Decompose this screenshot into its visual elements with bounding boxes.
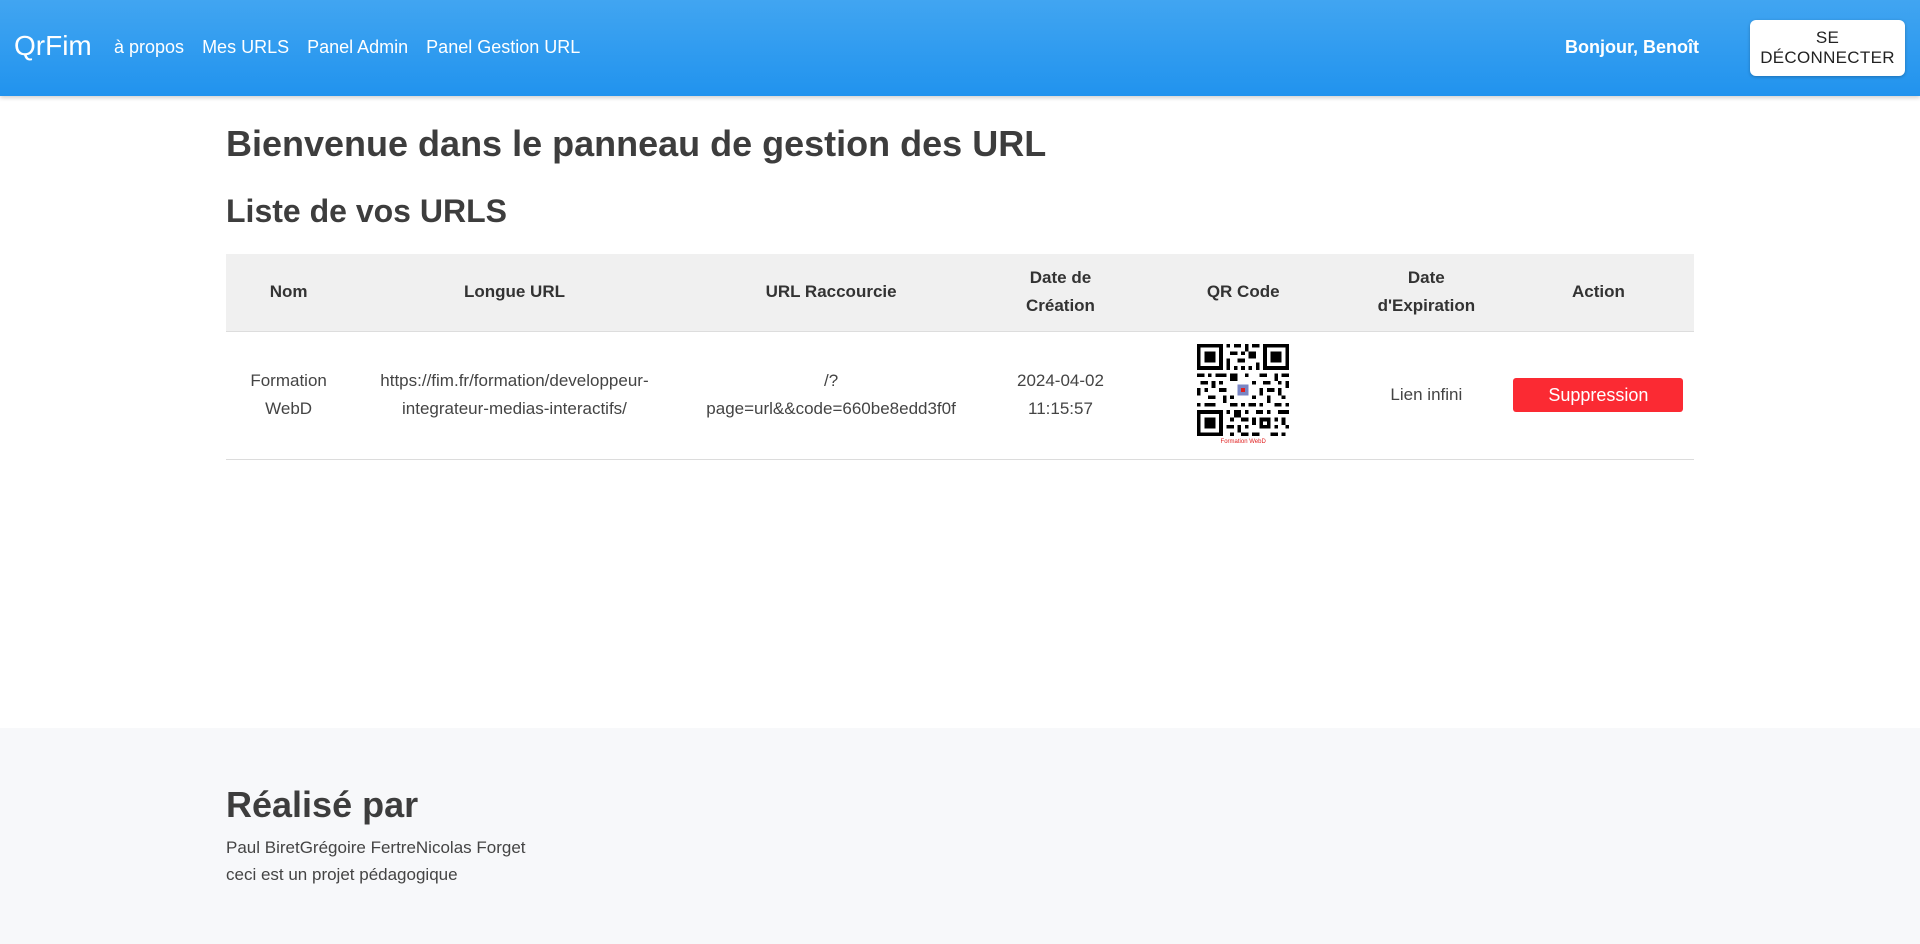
user-greeting: Bonjour, Benoît — [1565, 37, 1699, 57]
header-date-expiration: Date d'Expiration — [1349, 254, 1503, 332]
table-header-row: Nom Longue URL URL Raccourcie Date de Cr… — [226, 254, 1694, 332]
cell-date-creation-line1: 2024-04-02 — [1016, 371, 1104, 390]
qr-code-icon — [1197, 344, 1290, 436]
header-nom: Nom — [226, 254, 352, 332]
header-date-creation: Date de Création — [984, 254, 1137, 332]
header-qr-code: QR Code — [1136, 254, 1350, 332]
header-longue-url: Longue URL — [351, 254, 678, 332]
cell-longue-url-line2: integrateur-medias-interactifs/ — [402, 399, 627, 418]
header-action: Action — [1502, 254, 1694, 332]
cell-url-raccourcie-line1: /? — [823, 371, 839, 390]
cell-nom-line2: WebD — [265, 399, 313, 418]
cell-nom: Formation WebD — [226, 331, 351, 459]
header-date-expiration-line1: Date — [1407, 268, 1445, 288]
url-table: Nom Longue URL URL Raccourcie Date de Cr… — [226, 254, 1694, 460]
header-date-expiration-line2: d'Expiration — [1377, 296, 1476, 316]
cell-date-creation: 2024-04-02 11:15:57 — [984, 331, 1136, 459]
section-title: Liste de vos URLS — [226, 193, 507, 229]
delete-button[interactable]: Suppression — [1513, 378, 1684, 412]
cell-url-raccourcie: /? page=url&&code=660be8edd3f0f — [678, 331, 985, 459]
nav-link-panel-admin[interactable]: Panel Admin — [307, 37, 408, 58]
nav-link-mes-urls[interactable]: Mes URLS — [202, 37, 289, 58]
nav-link-a-propos[interactable]: à propos — [114, 37, 184, 58]
cell-longue-url-line1: https://fim.fr/formation/developpeur- — [380, 371, 649, 390]
cell-qr-code: Formation WebD — [1137, 331, 1350, 459]
nav-link-panel-gestion-url[interactable]: Panel Gestion URL — [426, 37, 580, 58]
table-row: Formation WebD https://fim.fr/formation/… — [226, 331, 1694, 459]
cell-action: Suppression — [1503, 331, 1694, 459]
qr-code-caption: Formation WebD — [1220, 439, 1266, 445]
cell-date-creation-line2: 11:15:57 — [1028, 399, 1093, 418]
url-table-container: Nom Longue URL URL Raccourcie Date de Cr… — [226, 254, 1694, 460]
cell-longue-url: https://fim.fr/formation/developpeur- in… — [351, 331, 678, 459]
logout-button[interactable]: SE DÉCONNECTER — [1750, 20, 1905, 76]
header-url-raccourcie: URL Raccourcie — [677, 254, 985, 332]
qr-code-image[interactable]: Formation WebD — [1197, 344, 1290, 446]
page-title: Bienvenue dans le panneau de gestion des… — [226, 123, 1047, 164]
brand-logo[interactable]: QrFim — [14, 30, 92, 62]
main-nav: à propos Mes URLS Panel Admin Panel Gest… — [114, 37, 580, 58]
footer-note: ceci est un projet pédagogique — [226, 865, 458, 884]
header-date-creation-line2: Création — [1025, 296, 1095, 316]
header-date-creation-line1: Date de — [1029, 268, 1092, 288]
footer: Réalisé par Paul BiretGrégoire FertreNic… — [0, 728, 1920, 944]
footer-title: Réalisé par — [226, 784, 419, 825]
cell-date-expiration: Lien infini — [1390, 385, 1463, 404]
cell-url-raccourcie-line2: page=url&&code=660be8edd3f0f — [706, 399, 956, 418]
cell-nom-line1: Formation — [250, 371, 327, 390]
navbar: QrFim à propos Mes URLS Panel Admin Pane… — [0, 0, 1920, 96]
footer-authors: Paul BiretGrégoire FertreNicolas Forget — [226, 838, 526, 857]
